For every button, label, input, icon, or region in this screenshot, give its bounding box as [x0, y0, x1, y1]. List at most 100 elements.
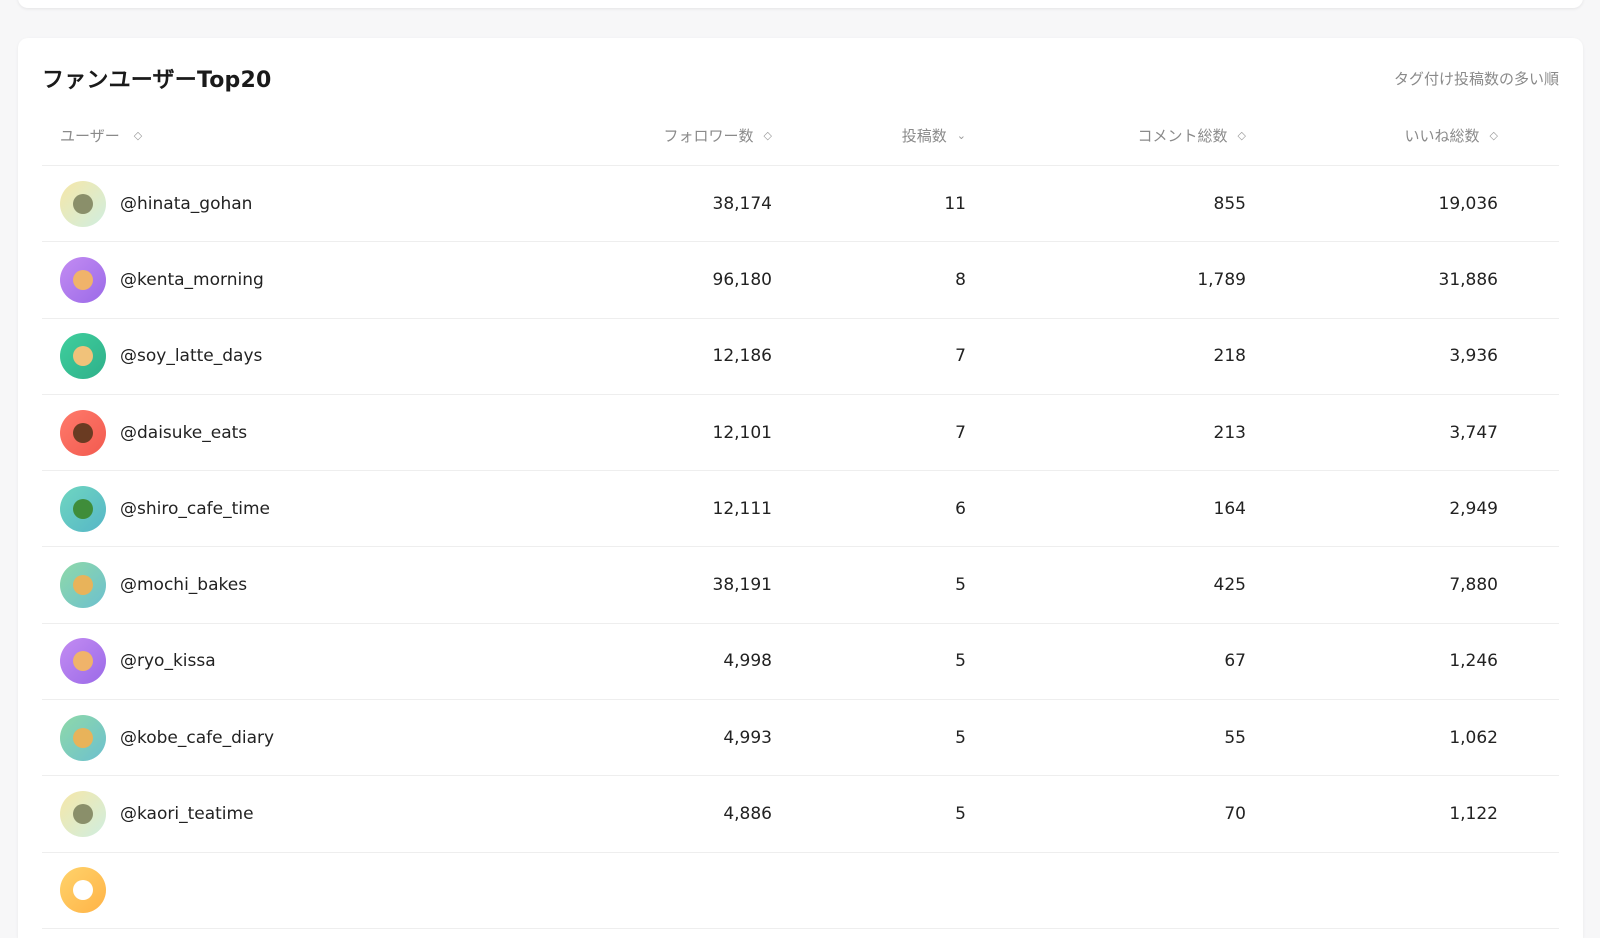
table-row[interactable]: @soy_latte_days 12,186 7 218 3,936: [42, 319, 1559, 395]
column-header-likes[interactable]: いいね総数 ◇: [1246, 125, 1498, 146]
fan-users-table: ユーザー ◇ フォロワー数 ◇ 投稿数 ⌄ コメント総数 ◇ いいね総数 ◇ @…: [42, 106, 1559, 929]
avatar: [60, 256, 106, 303]
user-handle[interactable]: @mochi_bakes: [120, 575, 247, 595]
column-header-comments[interactable]: コメント総数 ◇: [966, 125, 1246, 146]
card-subtitle: タグ付け投稿数の多い順: [1393, 69, 1559, 88]
avatar: [60, 180, 106, 227]
likes-cell: 1,122: [1449, 804, 1498, 825]
user-cell: @soy_latte_days: [42, 333, 562, 380]
fan-users-card: ファンユーザーTop20 タグ付け投稿数の多い順 ユーザー ◇ フォロワー数 ◇…: [18, 38, 1583, 938]
cupcake-icon: [73, 727, 93, 748]
table-row[interactable]: @kenta_morning 96,180 8 1,789 31,886: [42, 242, 1559, 319]
previous-card: [18, 0, 1583, 8]
followers-cell: 12,101: [712, 422, 772, 443]
followers-cell: 96,180: [712, 269, 772, 290]
user-cell: @daisuke_eats: [42, 409, 562, 456]
user-handle[interactable]: @kenta_morning: [120, 270, 264, 290]
column-label-posts: 投稿数: [901, 127, 947, 145]
likes-cell: 2,949: [1449, 498, 1498, 519]
comments-cell: 855: [1213, 193, 1246, 214]
toast-icon: [73, 346, 93, 367]
sort-desc-icon[interactable]: ⌄: [957, 130, 966, 141]
likes-cell: 7,880: [1449, 575, 1498, 596]
avatar: [60, 791, 106, 838]
user-handle[interactable]: @soy_latte_days: [120, 346, 262, 366]
posts-cell: 5: [955, 727, 966, 748]
posts-cell: 7: [955, 346, 966, 367]
column-label-comments: コメント総数: [1137, 127, 1228, 145]
table-body: @hinata_gohan 38,174 11 855 19,036 @kent…: [42, 166, 1559, 929]
likes-cell: 3,747: [1449, 422, 1498, 443]
posts-cell: 8: [955, 269, 966, 290]
column-header-user[interactable]: ユーザー ◇: [42, 125, 562, 146]
table-row[interactable]: @shiro_cafe_time 12,111 6 164 2,949: [42, 471, 1559, 548]
table-header: ユーザー ◇ フォロワー数 ◇ 投稿数 ⌄ コメント総数 ◇ いいね総数 ◇: [42, 106, 1559, 166]
user-handle[interactable]: @hinata_gohan: [120, 194, 252, 214]
pancake-icon: [73, 651, 93, 672]
sort-icon[interactable]: ◇: [134, 130, 142, 141]
user-cell: @kenta_morning: [42, 256, 562, 303]
avatar-icon: [73, 880, 93, 901]
posts-cell: 11: [944, 193, 966, 214]
matcha-icon: [73, 804, 93, 825]
posts-cell: 7: [955, 422, 966, 443]
likes-cell: 19,036: [1438, 193, 1498, 214]
posts-cell: 6: [955, 498, 966, 519]
user-handle[interactable]: @daisuke_eats: [120, 423, 247, 443]
avatar: [60, 562, 106, 609]
user-handle[interactable]: @shiro_cafe_time: [120, 499, 270, 519]
card-title: ファンユーザーTop20: [42, 68, 272, 93]
likes-cell: 1,062: [1449, 727, 1498, 748]
followers-cell: 4,993: [723, 727, 772, 748]
user-cell: @shiro_cafe_time: [42, 485, 562, 532]
comments-cell: 55: [1224, 727, 1246, 748]
matcha-icon: [73, 193, 93, 214]
column-header-followers[interactable]: フォロワー数 ◇: [562, 125, 772, 146]
table-row[interactable]: @daisuke_eats 12,101 7 213 3,747: [42, 395, 1559, 472]
likes-cell: 3,936: [1449, 346, 1498, 367]
column-header-posts[interactable]: 投稿数 ⌄: [772, 125, 966, 146]
comments-cell: 164: [1213, 498, 1246, 519]
table-row[interactable]: [42, 853, 1559, 929]
table-row[interactable]: @mochi_bakes 38,191 5 425 7,880: [42, 547, 1559, 624]
avatar: [60, 485, 106, 532]
user-cell: @kobe_cafe_diary: [42, 714, 562, 761]
user-cell: @hinata_gohan: [42, 180, 562, 227]
posts-cell: 5: [955, 804, 966, 825]
sort-icon[interactable]: ◇: [1238, 130, 1246, 141]
comments-cell: 1,789: [1197, 269, 1246, 290]
followers-cell: 38,191: [712, 575, 772, 596]
pancake-icon: [73, 269, 93, 290]
table-row[interactable]: @kaori_teatime 4,886 5 70 1,122: [42, 776, 1559, 853]
user-cell: @mochi_bakes: [42, 562, 562, 609]
sort-icon[interactable]: ◇: [1490, 130, 1498, 141]
avatar: [60, 409, 106, 456]
column-label-followers: フォロワー数: [663, 127, 754, 145]
comments-cell: 218: [1213, 346, 1246, 367]
avatar: [60, 867, 106, 914]
card-header: ファンユーザーTop20 タグ付け投稿数の多い順: [42, 62, 1559, 94]
followers-cell: 12,186: [712, 346, 772, 367]
user-cell: @ryo_kissa: [42, 638, 562, 685]
column-label-user: ユーザー: [60, 127, 120, 145]
avatar: [60, 638, 106, 685]
user-handle[interactable]: @kaori_teatime: [120, 804, 254, 824]
table-row[interactable]: @ryo_kissa 4,998 5 67 1,246: [42, 624, 1559, 701]
followers-cell: 12,111: [712, 498, 772, 519]
likes-cell: 31,886: [1438, 269, 1498, 290]
user-cell: @kaori_teatime: [42, 791, 562, 838]
followers-cell: 38,174: [712, 193, 772, 214]
comments-cell: 70: [1224, 804, 1246, 825]
salad-icon: [73, 498, 93, 519]
avatar: [60, 333, 106, 380]
coffee-icon: [73, 422, 93, 443]
user-handle[interactable]: @ryo_kissa: [120, 651, 216, 671]
followers-cell: 4,998: [723, 651, 772, 672]
comments-cell: 213: [1213, 422, 1246, 443]
table-row[interactable]: @kobe_cafe_diary 4,993 5 55 1,062: [42, 700, 1559, 777]
sort-icon[interactable]: ◇: [764, 130, 772, 141]
user-handle[interactable]: @kobe_cafe_diary: [120, 728, 274, 748]
cupcake-icon: [73, 575, 93, 596]
posts-cell: 5: [955, 575, 966, 596]
table-row[interactable]: @hinata_gohan 38,174 11 855 19,036: [42, 166, 1559, 243]
